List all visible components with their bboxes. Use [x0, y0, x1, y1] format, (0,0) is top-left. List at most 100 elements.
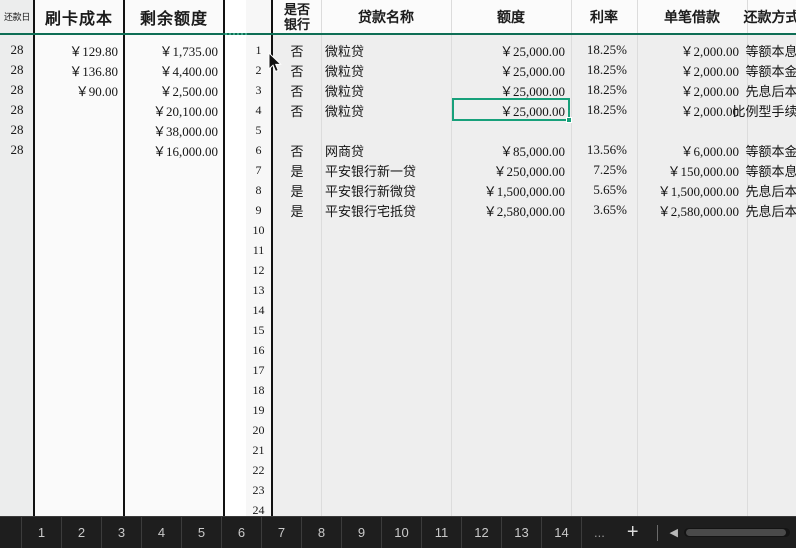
sheet-tab-12[interactable]: 12: [462, 516, 502, 548]
horizontal-scrollbar-track[interactable]: [684, 528, 790, 537]
cell-loan-name[interactable]: 平安银行宅抵贷: [325, 200, 451, 220]
fill-handle[interactable]: [566, 117, 572, 123]
cell-rate[interactable]: [571, 400, 633, 420]
left-cell-day[interactable]: 28: [0, 60, 34, 80]
row-number[interactable]: 5: [246, 120, 271, 140]
cell-is-bank[interactable]: [273, 280, 321, 300]
cell-is-bank[interactable]: [273, 220, 321, 240]
cell-amount[interactable]: [451, 420, 571, 440]
sheet-tabs-overflow-button[interactable]: ...: [582, 525, 617, 540]
cell-is-bank[interactable]: [273, 300, 321, 320]
cell-single-loan[interactable]: ￥2,000.00: [637, 100, 745, 120]
cell-single-loan[interactable]: [637, 320, 745, 340]
left-cell-cost[interactable]: [34, 100, 120, 120]
cell-is-bank[interactable]: [273, 500, 321, 516]
row-number[interactable]: 24: [246, 500, 271, 517]
cell-amount[interactable]: [451, 120, 571, 140]
cell-loan-name[interactable]: [325, 340, 451, 360]
cell-repayment[interactable]: [747, 400, 796, 420]
cell-repayment[interactable]: [747, 380, 796, 400]
cell-loan-name[interactable]: [325, 280, 451, 300]
row-number[interactable]: 8: [246, 180, 271, 200]
cell-amount[interactable]: [451, 480, 571, 500]
cell-loan-name[interactable]: [325, 380, 451, 400]
cell-single-loan[interactable]: ￥2,580,000.00: [637, 200, 745, 220]
cell-loan-name[interactable]: [325, 400, 451, 420]
sheet-tab-5[interactable]: 5: [182, 516, 222, 548]
cell-repayment[interactable]: 比例型手续费: [733, 100, 796, 120]
sheet-tab-7[interactable]: 7: [262, 516, 302, 548]
cell-single-loan[interactable]: [637, 380, 745, 400]
sheet-tab-11[interactable]: 11: [422, 516, 462, 548]
left-cell-quota[interactable]: ￥1,735.00: [124, 40, 220, 60]
cell-single-loan[interactable]: [637, 440, 745, 460]
cell-repayment[interactable]: [747, 120, 796, 140]
cell-single-loan[interactable]: [637, 460, 745, 480]
cell-loan-name[interactable]: [325, 500, 451, 516]
cell-repayment[interactable]: 先息后本: [746, 80, 796, 100]
cell-is-bank[interactable]: [273, 380, 321, 400]
cell-amount[interactable]: [451, 360, 571, 380]
cell-loan-name[interactable]: [325, 440, 451, 460]
cell-rate[interactable]: [571, 460, 633, 480]
sheet-tab-6[interactable]: 6: [222, 516, 262, 548]
cell-rate[interactable]: [571, 380, 633, 400]
add-sheet-button[interactable]: +: [617, 521, 649, 544]
left-cell-cost[interactable]: ￥90.00: [34, 80, 120, 100]
cell-amount[interactable]: [451, 500, 571, 516]
left-cell-quota[interactable]: ￥16,000.00: [124, 140, 220, 160]
cell-rate[interactable]: 18.25%: [571, 40, 633, 60]
cell-amount[interactable]: ￥25,000.00: [451, 60, 571, 80]
row-number[interactable]: 12: [246, 260, 271, 280]
cell-amount[interactable]: ￥25,000.00: [451, 100, 571, 120]
left-cell-quota[interactable]: ￥38,000.00: [124, 120, 220, 140]
cell-amount[interactable]: [451, 260, 571, 280]
cell-repayment[interactable]: [747, 460, 796, 480]
row-number[interactable]: 21: [246, 440, 271, 460]
cell-single-loan[interactable]: [637, 420, 745, 440]
cell-amount[interactable]: [451, 280, 571, 300]
row-number[interactable]: 6: [246, 140, 271, 160]
cell-rate[interactable]: 13.56%: [571, 140, 633, 160]
cell-single-loan[interactable]: [637, 340, 745, 360]
cell-rate[interactable]: [571, 220, 633, 240]
cell-rate[interactable]: [571, 480, 633, 500]
left-cell-cost[interactable]: [34, 140, 120, 160]
cell-single-loan[interactable]: ￥2,000.00: [637, 40, 745, 60]
cell-repayment[interactable]: 等额本息: [746, 160, 796, 180]
cell-amount[interactable]: ￥25,000.00: [451, 80, 571, 100]
cell-rate[interactable]: [571, 300, 633, 320]
row-number[interactable]: 17: [246, 360, 271, 380]
row-number[interactable]: 14: [246, 300, 271, 320]
spreadsheet-grid-area[interactable]: 还款日 刷卡成本 剩余额度 28 ￥129.80 ￥1,735.00 28 ￥136.8…: [0, 0, 796, 516]
cell-rate[interactable]: 18.25%: [571, 60, 633, 80]
cell-rate[interactable]: [571, 340, 633, 360]
cell-rate[interactable]: 5.65%: [571, 180, 633, 200]
sheet-tab-14[interactable]: 14: [542, 516, 582, 548]
cell-rate[interactable]: [571, 240, 633, 260]
scroll-left-icon[interactable]: ◀: [666, 526, 682, 539]
cell-rate[interactable]: [571, 280, 633, 300]
column-header-repayment-day[interactable]: 还款日: [0, 0, 34, 33]
sheet-tab-partial[interactable]: [0, 516, 22, 548]
column-header-is-bank[interactable]: 是否 银行: [273, 0, 321, 33]
cell-amount[interactable]: [451, 380, 571, 400]
left-cell-quota[interactable]: ￥20,100.00: [124, 100, 220, 120]
cell-amount[interactable]: [451, 400, 571, 420]
cell-repayment[interactable]: [747, 500, 796, 516]
cell-repayment[interactable]: [747, 320, 796, 340]
column-header-repayment[interactable]: 还款方式: [744, 0, 796, 33]
row-number[interactable]: 4: [246, 100, 271, 120]
cell-loan-name[interactable]: 微粒贷: [325, 60, 451, 80]
left-table[interactable]: 还款日 刷卡成本 剩余额度 28 ￥129.80 ￥1,735.00 28 ￥136.8…: [0, 0, 225, 516]
sheet-tab-bar[interactable]: 1 2 3 4 5 6 7 8 9 10 11 12 13 14 ... + ◀: [0, 516, 796, 548]
right-table[interactable]: 1 2 3 4 5 6 7 8 9 10 11 12 13 14 15 16 17 18 19 20 21 22 23 24 …: [246, 0, 796, 516]
cell-amount[interactable]: [451, 440, 571, 460]
cell-repayment[interactable]: 等额本金: [746, 60, 796, 80]
sheet-tab-2[interactable]: 2: [62, 516, 102, 548]
row-number[interactable]: 9: [246, 200, 271, 220]
cell-is-bank[interactable]: 是: [273, 160, 321, 180]
cell-amount[interactable]: [451, 240, 571, 260]
column-header-swipe-cost[interactable]: 刷卡成本: [34, 0, 124, 33]
cell-loan-name[interactable]: [325, 480, 451, 500]
